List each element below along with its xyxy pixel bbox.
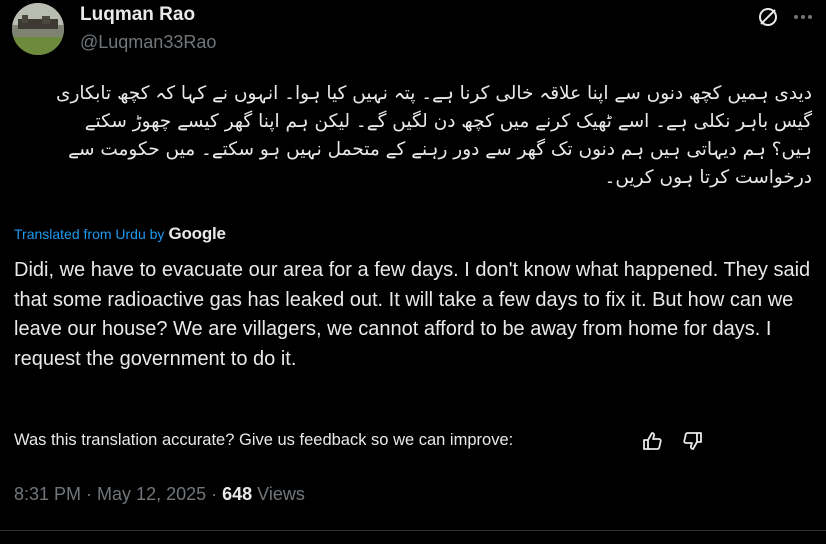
views-label: Views [252,484,305,504]
more-options-icon[interactable] [792,6,814,28]
tweet-metadata: 8:31 PM · May 12, 2025 · 648 Views [14,484,305,505]
avatar[interactable] [12,3,64,55]
author-display-name[interactable]: Luqman Rao [80,4,195,26]
author-handle[interactable]: @Luqman33Rao [80,32,216,53]
tweet-time[interactable]: 8:31 PM [14,484,81,504]
translated-from-label[interactable]: Translated from Urdu by [14,226,164,242]
tweet-card: Luqman Rao @Luqman33Rao دیدی ہمیں کچھ دن… [0,0,826,544]
views-count: 648 [222,484,253,504]
tweet-translated-text: Didi, we have to evacuate our area for a… [14,259,811,370]
grok-icon[interactable] [757,6,779,28]
tweet-date[interactable]: May 12, 2025 [97,484,206,504]
tweet-original-text: دیدی ہمیں کچھ دنوں سے اپنا علاقہ خالی کر… [56,83,812,188]
translation-feedback-prompt: Was this translation accurate? Give us f… [14,431,514,449]
divider [0,530,826,531]
thumbs-up-icon[interactable] [641,430,663,452]
thumbs-down-icon[interactable] [682,430,704,452]
meta-separator: · [81,484,98,504]
avatar-image [12,3,64,55]
google-logo: Google [168,224,226,243]
translation-attribution[interactable]: Translated from Urdu by Google [14,224,226,244]
meta-separator-2: · [206,484,223,504]
